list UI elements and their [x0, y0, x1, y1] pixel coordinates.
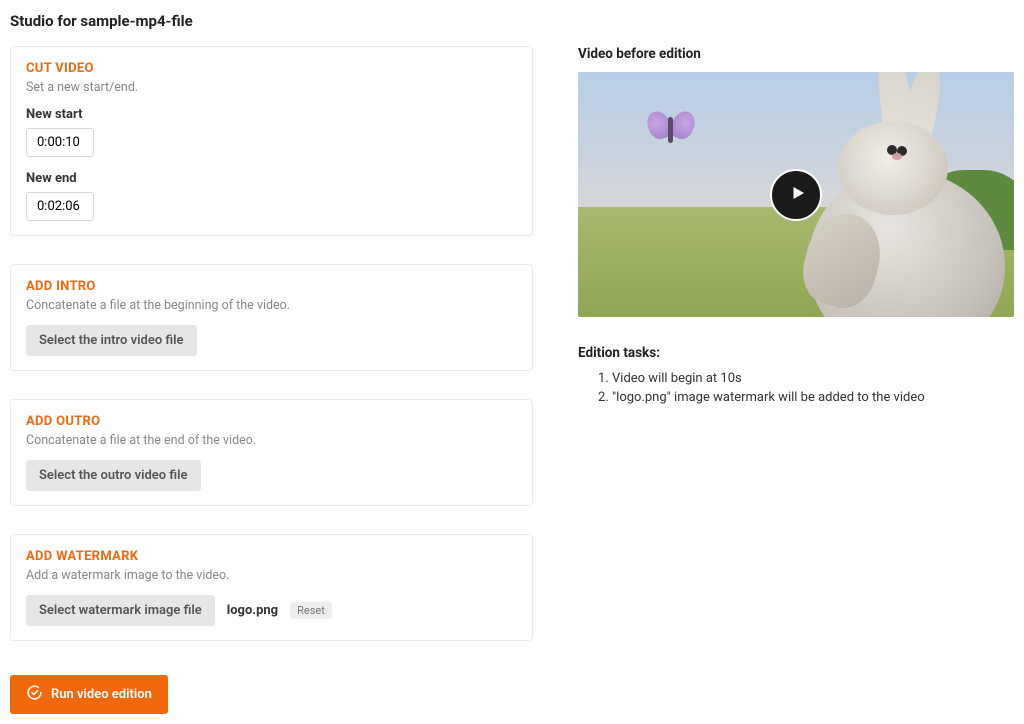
add-intro-card: ADD INTRO Concatenate a file at the begi…: [10, 264, 533, 371]
add-watermark-card: ADD WATERMARK Add a watermark image to t…: [10, 534, 533, 641]
check-circle-icon: [26, 684, 43, 705]
edition-tasks-list: Video will begin at 10s "logo.png" image…: [578, 371, 1014, 405]
select-watermark-button[interactable]: Select watermark image file: [26, 595, 215, 626]
new-start-input[interactable]: [26, 128, 94, 157]
edition-tasks-title: Edition tasks:: [578, 345, 1014, 361]
cut-video-title: CUT VIDEO: [26, 61, 517, 76]
select-intro-button[interactable]: Select the intro video file: [26, 325, 197, 356]
add-watermark-title: ADD WATERMARK: [26, 549, 517, 564]
new-start-label: New start: [26, 107, 517, 122]
watermark-file-name: logo.png: [227, 603, 278, 618]
cut-video-card: CUT VIDEO Set a new start/end. New start…: [10, 46, 533, 236]
list-item: "logo.png" image watermark will be added…: [612, 390, 1014, 405]
add-intro-desc: Concatenate a file at the beginning of t…: [26, 298, 517, 313]
list-item: Video will begin at 10s: [612, 371, 1014, 386]
add-watermark-desc: Add a watermark image to the video.: [26, 568, 517, 583]
select-outro-button[interactable]: Select the outro video file: [26, 460, 201, 491]
page-title: Studio for sample-mp4-file: [10, 12, 1014, 30]
new-end-label: New end: [26, 171, 517, 186]
add-intro-title: ADD INTRO: [26, 279, 517, 294]
play-icon: [786, 184, 807, 206]
video-before-edition-title: Video before edition: [578, 46, 1014, 62]
add-outro-title: ADD OUTRO: [26, 414, 517, 429]
reset-watermark-button[interactable]: Reset: [290, 602, 332, 619]
run-video-edition-label: Run video edition: [51, 687, 152, 702]
add-outro-card: ADD OUTRO Concatenate a file at the end …: [10, 399, 533, 506]
new-end-input[interactable]: [26, 192, 94, 221]
cut-video-desc: Set a new start/end.: [26, 80, 517, 95]
video-preview[interactable]: [578, 72, 1014, 317]
play-button[interactable]: [770, 169, 822, 221]
add-outro-desc: Concatenate a file at the end of the vid…: [26, 433, 517, 448]
run-video-edition-button[interactable]: Run video edition: [10, 675, 168, 714]
